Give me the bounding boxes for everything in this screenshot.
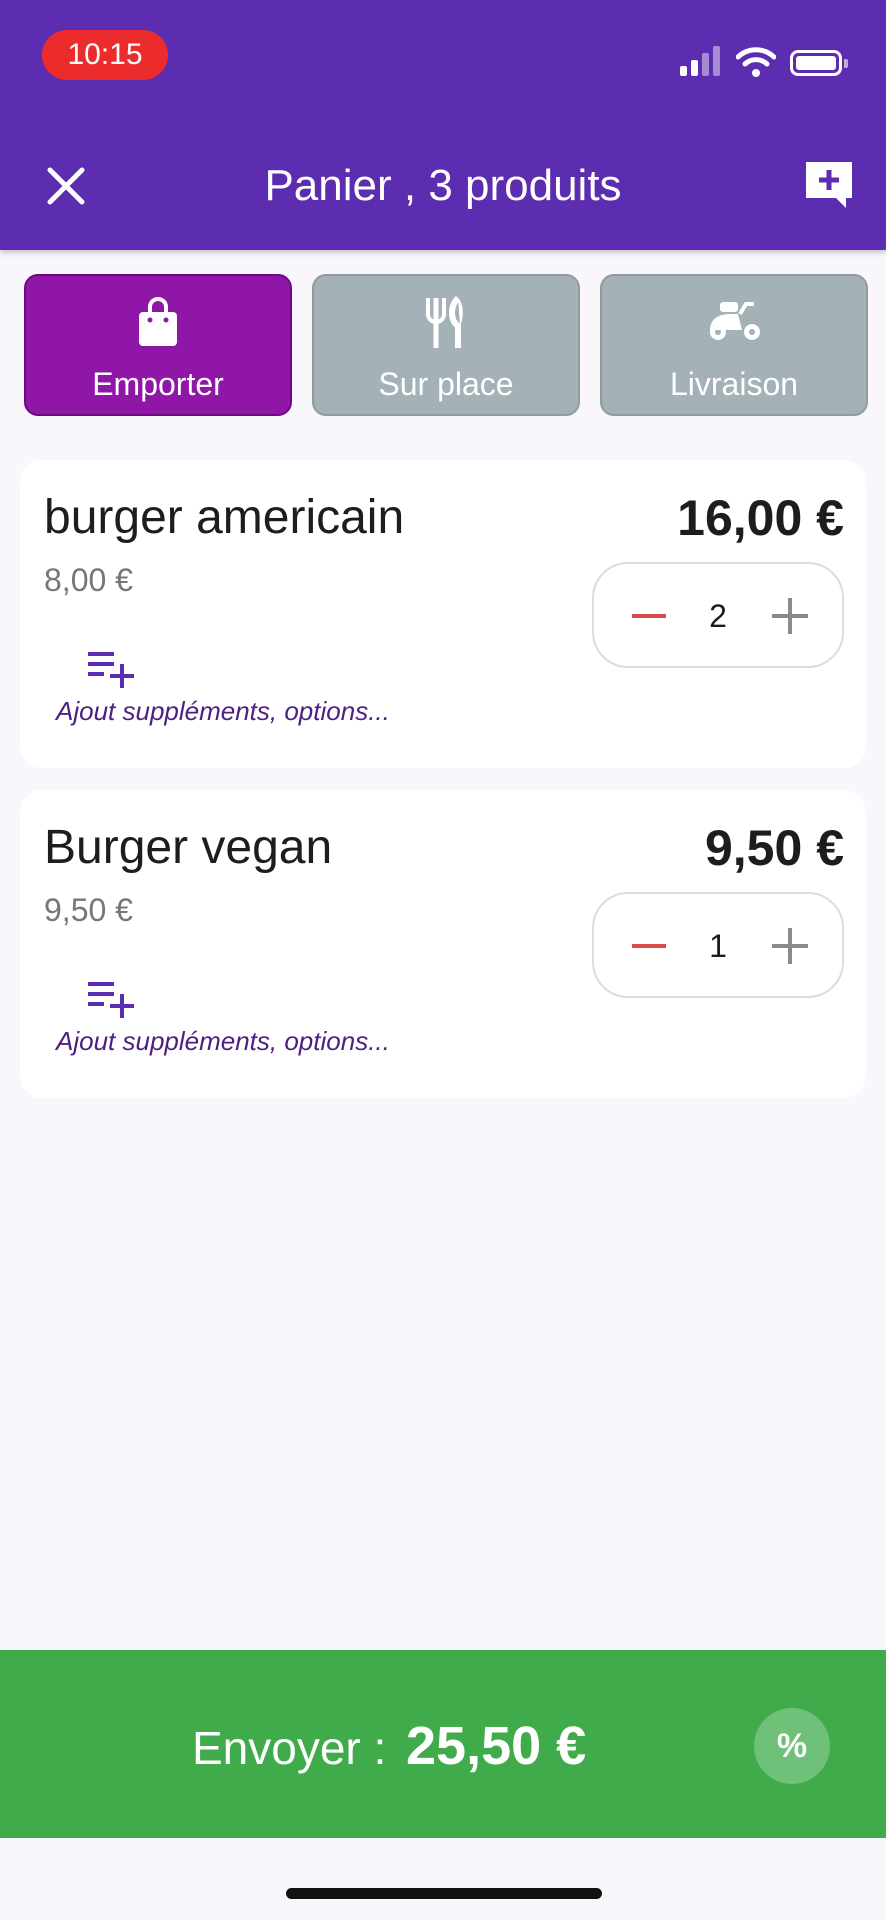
add-options-label: Ajout suppléments, options... bbox=[56, 1026, 390, 1056]
cart-item-card: burger americain 16,00 € 8,00 € 2 Ajout … bbox=[20, 460, 866, 768]
header-bar: 10:15 Panier , 3 produits bbox=[0, 0, 886, 250]
add-options-label: Ajout suppléments, options... bbox=[56, 696, 390, 726]
discount-button[interactable]: % bbox=[754, 1708, 830, 1784]
home-indicator bbox=[286, 1888, 602, 1899]
fork-knife-icon bbox=[426, 296, 463, 348]
send-label: Envoyer : bbox=[192, 1722, 387, 1774]
cellular-signal-icon bbox=[680, 44, 724, 76]
increase-quantity-button[interactable] bbox=[772, 928, 808, 964]
increase-quantity-button[interactable] bbox=[772, 598, 808, 634]
order-total: 25,50 € bbox=[406, 1716, 587, 1776]
tab-sur-place[interactable]: Sur place bbox=[312, 274, 580, 416]
wifi-icon bbox=[736, 47, 776, 77]
quantity-stepper: 1 bbox=[592, 892, 844, 998]
add-comment-button[interactable] bbox=[802, 158, 856, 212]
status-time: 10:15 bbox=[42, 30, 168, 80]
scooter-icon bbox=[710, 302, 760, 340]
add-options-button[interactable]: Ajout suppléments, options... bbox=[56, 976, 476, 1076]
battery-icon bbox=[790, 50, 848, 76]
item-name: burger americain bbox=[44, 491, 405, 544]
item-name: Burger vegan bbox=[44, 821, 333, 874]
quantity-stepper: 2 bbox=[592, 562, 844, 668]
tab-label: Sur place bbox=[378, 366, 514, 402]
add-options-button[interactable]: Ajout suppléments, options... bbox=[56, 646, 476, 746]
tab-label: Livraison bbox=[669, 366, 799, 402]
item-total-price: 16,00 € bbox=[677, 490, 844, 546]
item-total-price: 9,50 € bbox=[704, 820, 844, 876]
playlist-add-icon bbox=[88, 652, 134, 688]
tab-emporter[interactable]: Emporter bbox=[24, 274, 292, 416]
add-comment-icon bbox=[806, 162, 852, 208]
tab-label: Emporter bbox=[92, 366, 224, 402]
page-title: Panier , 3 produits bbox=[264, 161, 622, 210]
status-icons bbox=[680, 44, 860, 80]
shopping-bag-icon bbox=[139, 297, 177, 346]
tab-livraison[interactable]: Livraison bbox=[600, 274, 868, 416]
item-unit-price: 9,50 € bbox=[44, 892, 133, 928]
send-order-button[interactable]: Envoyer : 25,50 € % bbox=[0, 1650, 886, 1838]
cart-item-card: Burger vegan 9,50 € 9,50 € 1 Ajout suppl… bbox=[20, 790, 866, 1098]
item-unit-price: 8,00 € bbox=[44, 562, 133, 598]
order-type-tabs: Emporter Sur place Livraison bbox=[24, 274, 868, 416]
playlist-add-icon bbox=[88, 982, 134, 1018]
